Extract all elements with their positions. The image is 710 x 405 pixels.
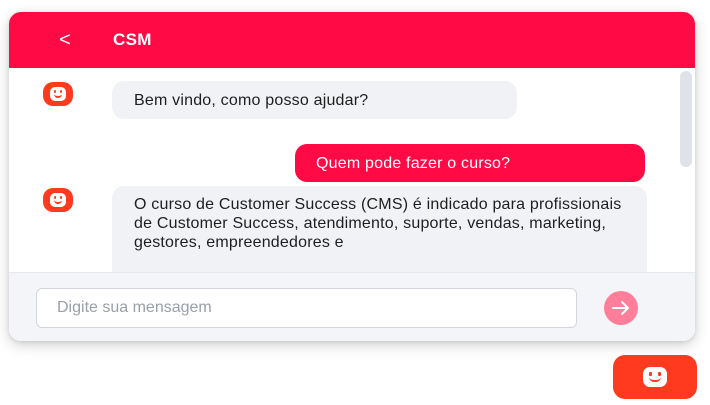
message-list[interactable]: Bem vindo, como posso ajudar? Quem pode …: [9, 68, 695, 272]
bot-message: Bem vindo, como posso ajudar?: [112, 81, 517, 119]
chat-header: < CSM: [9, 12, 695, 68]
bot-avatar-icon: [43, 188, 73, 212]
composer: [9, 272, 695, 341]
user-message: Quem pode fazer o curso?: [295, 144, 645, 182]
back-button[interactable]: <: [55, 28, 75, 52]
arrow-right-icon: [612, 301, 629, 315]
message-input[interactable]: [36, 288, 577, 328]
chat-window: < CSM Bem vindo, como posso ajudar? Quem…: [9, 12, 695, 341]
send-button[interactable]: [604, 291, 638, 325]
bot-avatar-icon: [43, 82, 73, 106]
chat-title: CSM: [113, 30, 152, 49]
scrollbar-thumb[interactable]: [680, 71, 692, 167]
bot-face-icon: [643, 367, 667, 387]
message-scrollbar[interactable]: [677, 68, 695, 272]
chat-launcher-button[interactable]: [613, 355, 697, 399]
bot-message: O curso de Customer Success (CMS) é indi…: [112, 186, 647, 272]
